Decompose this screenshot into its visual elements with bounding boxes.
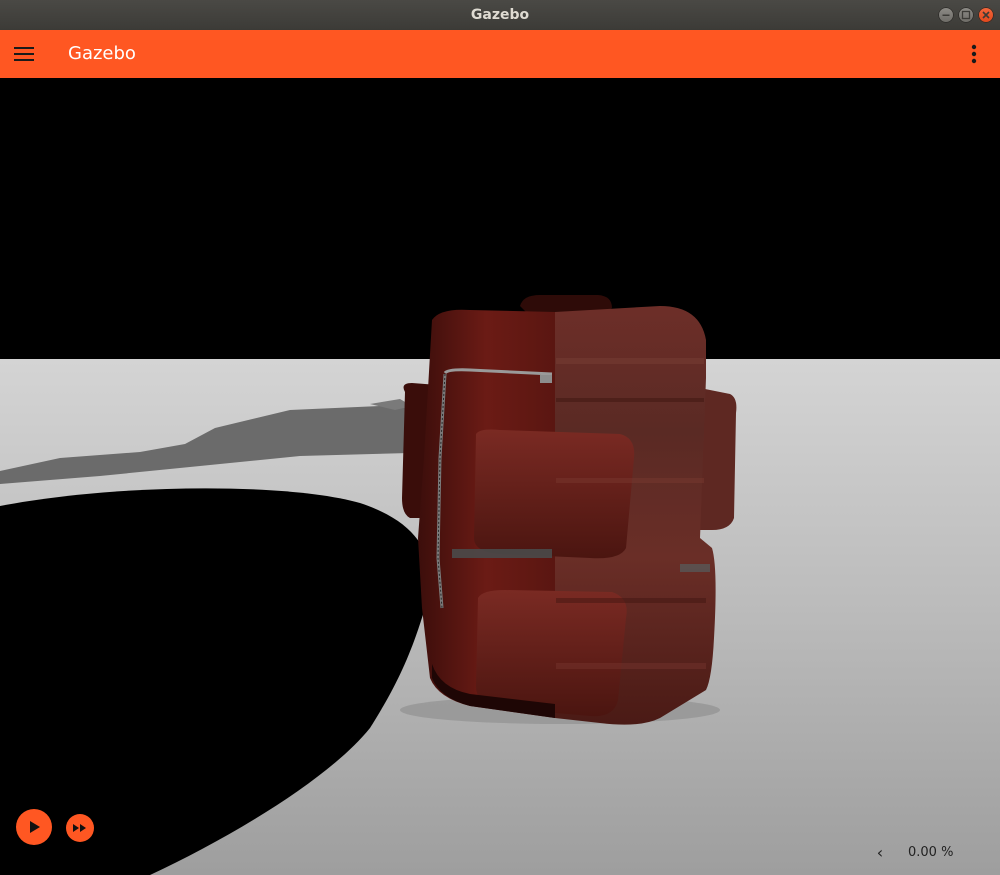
real-time-factor: 0.00 % (908, 845, 954, 860)
more-options-button[interactable] (958, 38, 990, 70)
window-controls (938, 7, 994, 23)
hamburger-menu-icon (14, 47, 34, 61)
fast-forward-icon (73, 824, 86, 832)
window-titlebar[interactable]: Gazebo (0, 0, 1000, 30)
menu-button[interactable] (8, 38, 40, 70)
minimize-button[interactable] (938, 7, 954, 23)
app-bar: Gazebo (0, 30, 1000, 78)
maximize-icon (961, 10, 971, 20)
play-icon (30, 821, 40, 833)
minimize-icon (942, 14, 950, 16)
close-button[interactable] (978, 7, 994, 23)
play-button[interactable] (16, 809, 52, 845)
close-icon (982, 11, 990, 19)
maximize-button[interactable] (958, 7, 974, 23)
backpack-model[interactable] (400, 295, 737, 725)
scene-render (0, 295, 1000, 875)
app-title: Gazebo (68, 43, 136, 64)
stats-toggle-chevron[interactable]: ‹ (872, 843, 888, 863)
gazebo-window: Gazebo Gazebo ‹ 0.00 % (0, 0, 1000, 875)
step-button[interactable] (66, 814, 94, 842)
more-vert-icon (971, 44, 977, 64)
window-title: Gazebo (470, 7, 530, 23)
scene-viewport[interactable] (0, 78, 1000, 875)
